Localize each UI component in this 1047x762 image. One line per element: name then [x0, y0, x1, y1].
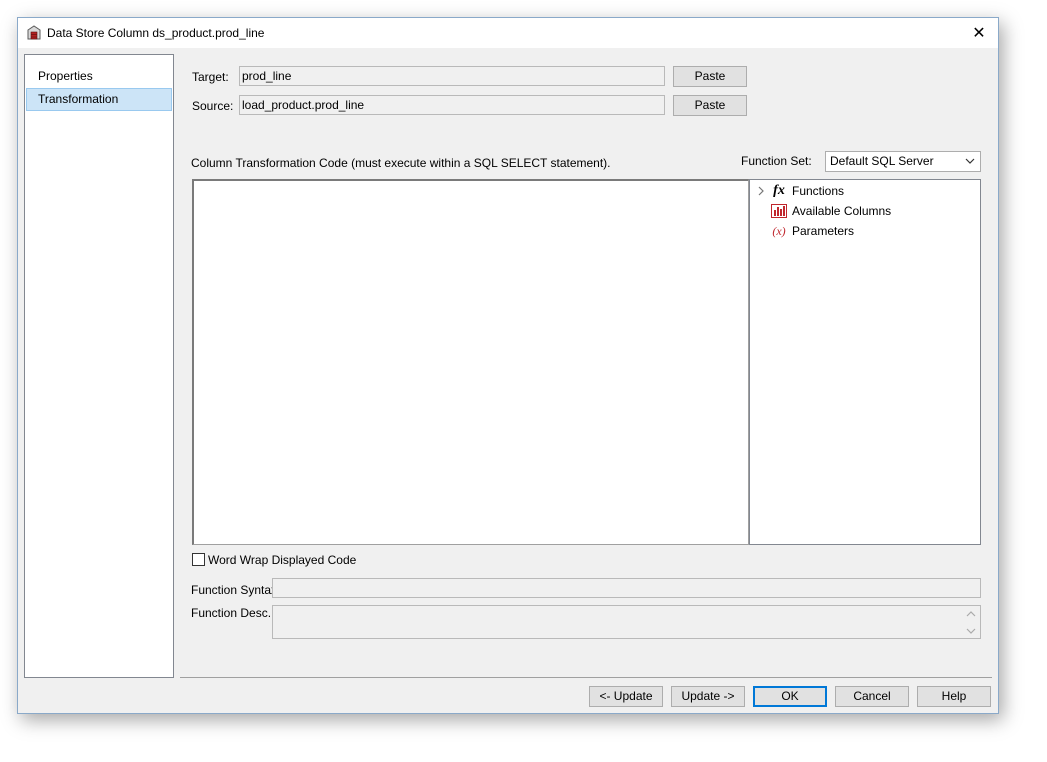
footer-divider [180, 677, 992, 678]
chevron-down-icon [965, 158, 975, 164]
help-button[interactable]: Help [917, 686, 991, 707]
cancel-button[interactable]: Cancel [835, 686, 909, 707]
nav-item-transformation[interactable]: Transformation [26, 88, 172, 111]
function-syntax-label: Function Syntax: [191, 583, 281, 597]
tree-item-functions[interactable]: fx Functions [756, 182, 844, 200]
tree-item-parameters[interactable]: (x) Parameters [770, 222, 854, 240]
function-set-label: Function Set: [741, 154, 812, 168]
code-editor[interactable] [192, 179, 749, 545]
tree-item-label: Available Columns [792, 204, 892, 218]
function-icon: fx [773, 183, 785, 198]
title-bar[interactable]: Data Store Column ds_product.prod_line ✕ [18, 18, 998, 48]
dialog-window: Data Store Column ds_product.prod_line ✕… [17, 17, 999, 714]
function-syntax-field[interactable] [272, 578, 981, 598]
update-right-button[interactable]: Update -> [671, 686, 745, 707]
window-title: Data Store Column ds_product.prod_line [47, 26, 265, 40]
source-paste-button[interactable]: Paste [673, 95, 747, 116]
scroll-up-icon[interactable] [966, 610, 976, 618]
target-field[interactable]: prod_line [239, 66, 665, 86]
source-label: Source: [192, 99, 234, 113]
tree-item-available-columns[interactable]: Available Columns [770, 202, 891, 220]
tree-item-label: Functions [792, 184, 845, 198]
scroll-down-icon[interactable] [966, 627, 976, 635]
function-set-select[interactable]: Default SQL Server [825, 151, 981, 172]
function-tree[interactable]: fx Functions Available Columns (x) Param… [749, 179, 981, 545]
word-wrap-checkbox[interactable] [192, 553, 205, 566]
function-set-value: Default SQL Server [830, 154, 934, 168]
close-button[interactable]: ✕ [966, 20, 992, 46]
chevron-right-icon[interactable] [756, 186, 766, 196]
target-label: Target: [192, 70, 229, 84]
nav-item-properties[interactable]: Properties [26, 65, 172, 88]
code-label: Column Transformation Code (must execute… [191, 156, 611, 170]
nav-item-label: Properties [38, 69, 93, 83]
nav-item-label: Transformation [38, 92, 119, 106]
nav-panel: Properties Transformation [24, 54, 174, 678]
target-value: prod_line [242, 69, 292, 83]
close-icon: ✕ [972, 25, 986, 42]
source-value: load_product.prod_line [242, 98, 365, 112]
function-desc-label: Function Desc.: [191, 606, 275, 620]
function-desc-field[interactable] [272, 605, 981, 639]
parameters-icon: (x) [772, 223, 786, 238]
tree-item-label: Parameters [792, 224, 855, 238]
columns-icon [770, 203, 788, 219]
update-left-button[interactable]: <- Update [589, 686, 663, 707]
target-paste-button[interactable]: Paste [673, 66, 747, 87]
source-field[interactable]: load_product.prod_line [239, 95, 665, 115]
word-wrap-label: Word Wrap Displayed Code [208, 553, 357, 567]
data-store-icon [27, 25, 41, 40]
ok-button[interactable]: OK [753, 686, 827, 707]
